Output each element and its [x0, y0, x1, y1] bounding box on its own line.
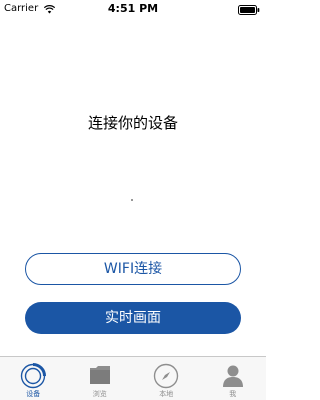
- person-icon: [222, 365, 243, 387]
- tab-label-local: 本地: [159, 390, 174, 398]
- compass-icon: [154, 363, 179, 389]
- tab-device[interactable]: 设备: [0, 357, 67, 400]
- folder-icon: [89, 366, 110, 384]
- wifi-connect-button[interactable]: WIFI连接: [25, 253, 241, 285]
- battery-icon: [238, 5, 260, 18]
- status-bar: Carrier 4:51 PM: [0, 0, 266, 20]
- status-time: 4:51 PM: [107, 2, 159, 15]
- tab-label-device: 设备: [26, 390, 41, 398]
- connect-device-title: 连接你的设备: [87, 114, 178, 132]
- tab-label-browse: 浏览: [92, 390, 107, 398]
- tab-local[interactable]: 本地: [133, 357, 200, 400]
- tab-bar: 设备 浏览 本地 我: [0, 356, 266, 400]
- loading-dot: [131, 199, 133, 201]
- tab-browse[interactable]: 浏览: [67, 357, 134, 400]
- live-view-button[interactable]: 实时画面: [25, 302, 241, 334]
- tab-me[interactable]: 我: [200, 357, 267, 400]
- device-ring-icon: [21, 363, 47, 389]
- tab-label-me: 我: [229, 390, 237, 398]
